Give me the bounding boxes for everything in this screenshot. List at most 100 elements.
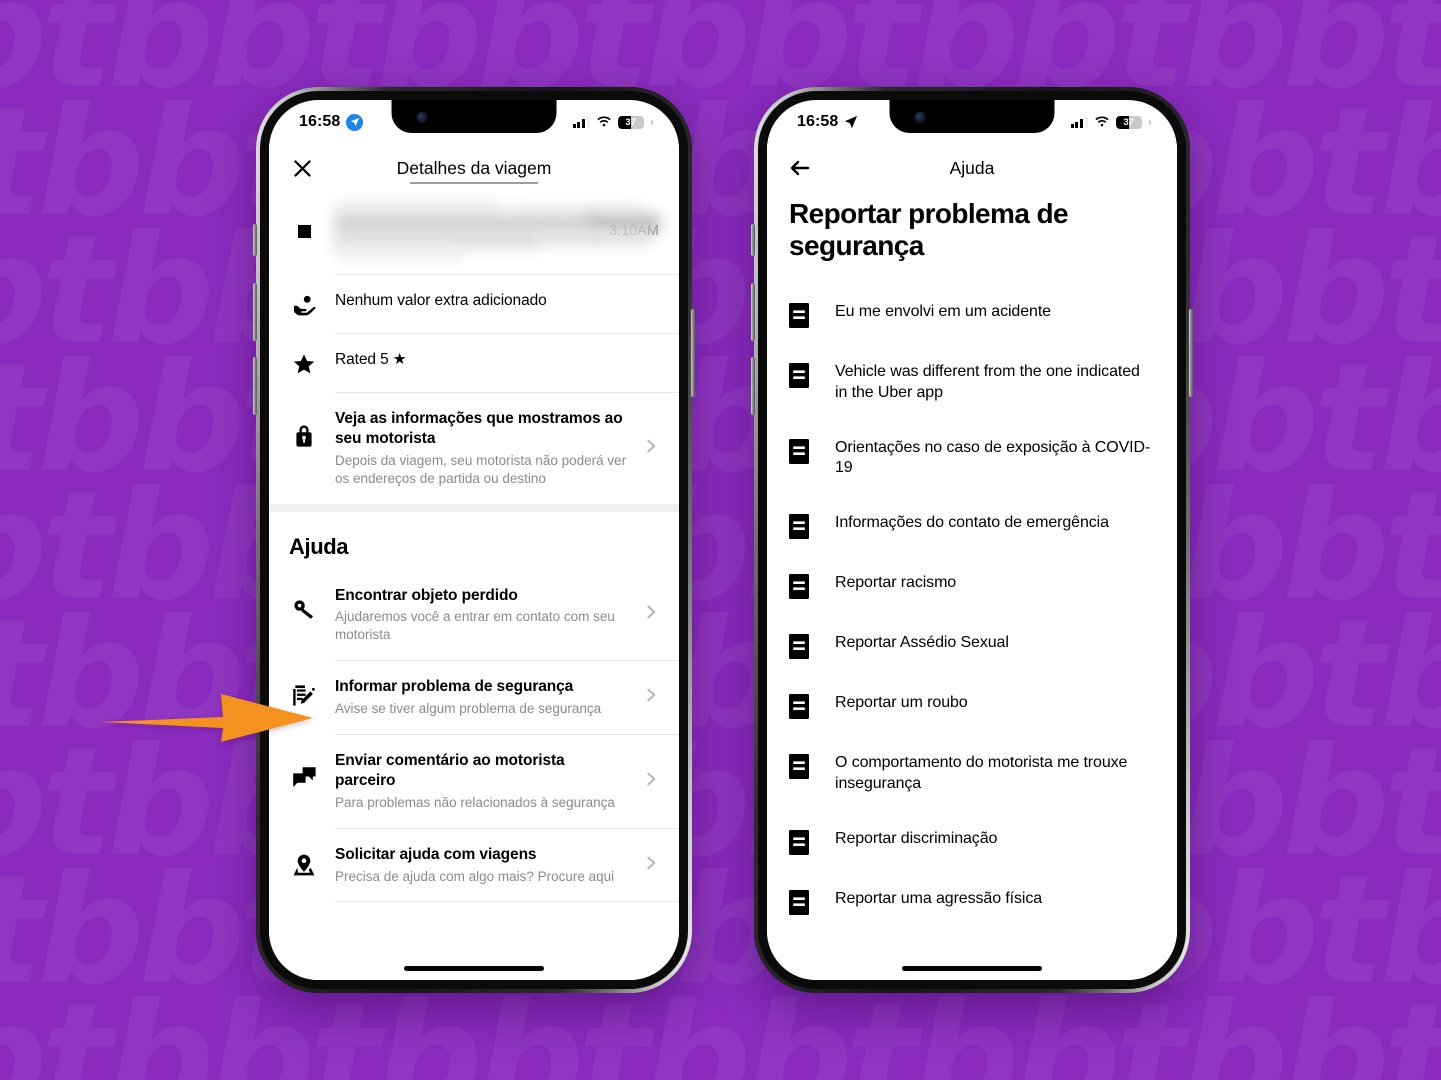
home-indicator[interactable] (902, 966, 1042, 971)
section-separator (269, 503, 679, 512)
map-pin-icon (289, 845, 319, 877)
power-button[interactable] (691, 309, 695, 397)
cellular-bars-icon (572, 116, 590, 128)
list-item-label: Reportar racismo (835, 574, 957, 592)
cellular-bars-icon (1070, 116, 1088, 128)
page-title: Ajuda (949, 157, 995, 178)
safety-issue-list: Eu me envolvi em um acidente Vehicle was … (767, 285, 1177, 980)
row-label: Veja as informações que mostramos ao seu… (335, 410, 623, 447)
trip-content: 3:10AM Nenhum valor extra adicionado (269, 192, 679, 980)
redacted-address (335, 202, 660, 260)
volume-up-button[interactable] (751, 283, 755, 341)
heading-report-safety-problem: Reportar problema de segurança (789, 198, 1069, 262)
volume-down-button[interactable] (751, 357, 755, 415)
phone-trip-details: 16:58 37 Detalhes da viagem Nenhum valor… (253, 87, 695, 993)
list-item[interactable]: O comportamento do motorista me trouxe i… (767, 736, 1177, 812)
status-bar-time: 16:58 (797, 113, 839, 130)
title-underline (410, 181, 538, 184)
notch (391, 100, 557, 133)
chevron-right-icon (643, 771, 659, 792)
square-marker-icon (289, 224, 319, 238)
row-driver-info-privacy[interactable]: Veja as informações que mostramos ao seu… (269, 393, 679, 504)
list-item-label: Reportar um roubo (835, 694, 968, 712)
section-heading-help: Ajuda (289, 533, 349, 559)
row-label: Enviar comentário ao motorista parceiro (335, 752, 565, 789)
home-indicator[interactable] (404, 966, 544, 971)
location-arrow-icon (844, 115, 858, 129)
row-extra-value[interactable]: Nenhum valor extra adicionado (269, 275, 679, 333)
purple-wallpaper-background: btbbtbbtbbtbbtbbtbbtbbtbbtbbtbbtbbtbbtbb… (0, 0, 1441, 1080)
row-rating[interactable]: Rated 5 ★ (269, 334, 679, 392)
list-item[interactable]: Vehicle was different from the one indic… (767, 345, 1177, 421)
mute-switch-button[interactable] (751, 224, 755, 256)
arrow-left-icon[interactable] (787, 155, 813, 181)
help-row-safety-issue[interactable]: Informar problema de segurança Avise se … (269, 661, 679, 734)
location-arrow-icon (346, 113, 364, 131)
volume-up-button[interactable] (253, 283, 257, 341)
document-icon (789, 573, 813, 600)
chevron-right-icon (643, 604, 659, 625)
navbar-left: Detalhes da viagem (269, 144, 679, 192)
status-bar-time: 16:58 (299, 113, 341, 130)
orange-pointer-arrow (101, 694, 313, 742)
trip-details-app: Detalhes da viagem 3:10AM (269, 144, 679, 980)
chat-bubbles-icon (289, 751, 319, 788)
list-item-label: Vehicle was different from the one indic… (835, 362, 1140, 401)
phone-screen-right: 16:58 37 Ajuda Reportar problema de segu… (767, 100, 1177, 980)
wifi-icon (596, 116, 611, 127)
key-icon (289, 586, 319, 621)
list-item-label: Reportar discriminação (835, 829, 998, 847)
list-item[interactable]: Informações do contato de emergência (767, 496, 1177, 556)
row-sublabel: Depois da viagem, seu motorista não pode… (335, 452, 627, 486)
power-button[interactable] (1189, 309, 1193, 397)
lock-icon (289, 409, 319, 449)
list-item[interactable]: Eu me envolvi em um acidente (767, 285, 1177, 345)
list-item[interactable]: Reportar Assédio Sexual (767, 616, 1177, 676)
page-title: Detalhes da viagem (315, 158, 633, 184)
notch (889, 100, 1055, 133)
list-item-label: Reportar uma agressão física (835, 889, 1043, 907)
document-icon (789, 693, 813, 720)
trip-address-row: 3:10AM (269, 192, 679, 274)
front-camera-icon (914, 112, 926, 123)
list-item-label: O comportamento do motorista me trouxe i… (835, 754, 1128, 792)
document-icon (789, 633, 813, 660)
chevron-right-icon (643, 687, 659, 708)
battery-tip (1149, 119, 1151, 125)
chevron-right-icon (643, 855, 659, 876)
close-icon[interactable] (289, 155, 315, 181)
help-row-trip-help[interactable]: Solicitar ajuda com viagens Precisa de a… (269, 829, 679, 902)
document-icon (789, 513, 813, 540)
hand-money-icon (289, 291, 319, 317)
row-sublabel: Precisa de ajuda com algo mais? Procure … (335, 868, 615, 884)
list-item-label: Orientações no caso de exposição à COVID… (835, 438, 1151, 477)
help-row-lost-item[interactable]: Encontrar objeto perdido Ajudaremos você… (269, 570, 679, 661)
row-sublabel: Para problemas não relacionados à segura… (335, 794, 615, 810)
help-app: Ajuda Reportar problema de segurança Eu … (767, 144, 1177, 980)
wallpaper-pattern-text: btbbtbbtbbtbbtbbtbbtbbtbbtbbtbbtbbtbbtbb… (0, 972, 1441, 1080)
list-item-label: Eu me envolvi em um acidente (835, 302, 1051, 320)
document-icon (789, 362, 813, 388)
divider (335, 901, 679, 903)
row-sublabel: Avise se tiver algum problema de seguran… (335, 701, 602, 717)
list-item[interactable]: Reportar racismo (767, 556, 1177, 616)
document-icon (789, 889, 813, 915)
battery-tip (651, 119, 653, 125)
row-label: Rated 5 ★ (335, 351, 407, 368)
document-icon (789, 438, 813, 464)
row-label: Encontrar objeto perdido (335, 586, 518, 604)
mute-switch-button[interactable] (253, 224, 257, 256)
document-icon (789, 753, 813, 780)
document-icon (789, 829, 813, 855)
list-item[interactable]: Orientações no caso de exposição à COVID… (767, 421, 1177, 497)
wifi-icon (1094, 116, 1109, 127)
list-item-label: Informações do contato de emergência (835, 514, 1109, 532)
list-item[interactable]: Reportar discriminação (767, 812, 1177, 872)
row-sublabel: Ajudaremos você a entrar em contato com … (335, 609, 615, 643)
volume-down-button[interactable] (253, 357, 257, 415)
row-label: Informar problema de segurança (335, 678, 574, 696)
list-item[interactable]: Reportar uma agressão física (767, 872, 1177, 932)
help-row-driver-feedback[interactable]: Enviar comentário ao motorista parceiro … (269, 735, 679, 828)
front-camera-icon (416, 112, 428, 123)
list-item[interactable]: Reportar um roubo (767, 676, 1177, 736)
